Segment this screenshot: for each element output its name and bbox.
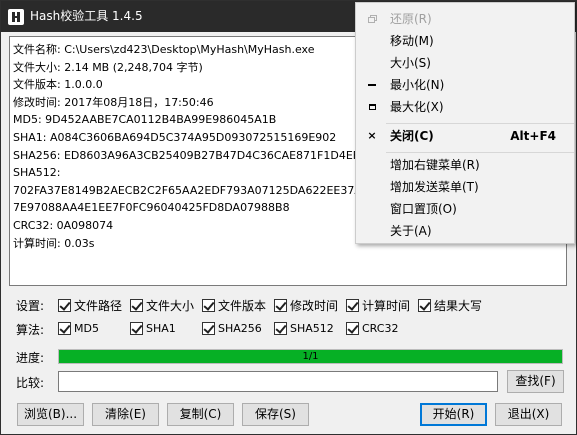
checkbox-label: SHA512 xyxy=(290,322,334,335)
progress-bar: 1/1 xyxy=(58,349,563,364)
save-button[interactable]: 保存(S) xyxy=(242,403,309,426)
menu-item-add-send-to-menu[interactable]: 增加发送菜单(T) xyxy=(356,176,574,198)
progress-label: 进度: xyxy=(16,351,45,365)
checkbox-checked-icon[interactable] xyxy=(58,299,71,312)
menu-item-size[interactable]: 大小(S) xyxy=(356,52,574,74)
menu-item-move[interactable]: 移动(M) xyxy=(356,30,574,52)
checkbox-label: 文件大小 xyxy=(146,299,195,313)
close-icon: × xyxy=(367,129,377,142)
menu-item-add-context-menu[interactable]: 增加右键菜单(R) xyxy=(356,154,574,176)
maximize-icon xyxy=(366,96,378,118)
setting-checkbox-uppercase[interactable]: 结果大写 xyxy=(418,297,482,314)
menu-item-label: 关闭(C) xyxy=(390,129,434,143)
menu-item-label: 最小化(N) xyxy=(390,78,445,92)
checkbox-checked-icon[interactable] xyxy=(346,299,359,312)
checkbox-checked-icon[interactable] xyxy=(274,299,287,312)
setting-checkbox-modified-time[interactable]: 修改时间 xyxy=(274,297,338,314)
restore-icon xyxy=(366,8,378,30)
algo-checkbox-sha1[interactable]: SHA1 xyxy=(130,322,176,335)
checkbox-label: 文件版本 xyxy=(218,299,267,313)
clear-button[interactable]: 清除(E) xyxy=(92,403,159,426)
menu-item-label: 增加右键菜单(R) xyxy=(390,158,480,172)
menu-item-minimize[interactable]: 最小化(N) xyxy=(356,74,574,96)
menu-item-about[interactable]: 关于(A) xyxy=(356,220,574,242)
algo-checkbox-md5[interactable]: MD5 xyxy=(58,322,99,335)
copy-button[interactable]: 复制(C) xyxy=(167,403,234,426)
menu-item-label: 移动(M) xyxy=(390,34,434,48)
algo-checkbox-sha256[interactable]: SHA256 xyxy=(202,322,262,335)
browse-button[interactable]: 浏览(B)... xyxy=(17,403,84,426)
checkbox-checked-icon[interactable] xyxy=(346,322,359,335)
checkbox-checked-icon[interactable] xyxy=(130,299,143,312)
checkbox-label: SHA256 xyxy=(218,322,262,335)
menu-separator xyxy=(386,152,574,153)
menu-item-label: 最大化(X) xyxy=(390,100,444,114)
checkbox-checked-icon[interactable] xyxy=(418,299,431,312)
checkbox-label: 计算时间 xyxy=(362,299,411,313)
checkbox-label: MD5 xyxy=(74,322,99,335)
menu-item-maximize[interactable]: 最大化(X) xyxy=(356,96,574,118)
setting-checkbox-file-path[interactable]: 文件路径 xyxy=(58,297,122,314)
checkbox-label: CRC32 xyxy=(362,322,399,335)
menu-item-label: 还原(R) xyxy=(390,12,432,26)
checkbox-label: 文件路径 xyxy=(74,299,123,313)
progress-text: 1/1 xyxy=(302,351,319,362)
algo-checkbox-crc32[interactable]: CRC32 xyxy=(346,322,398,335)
app-logo-icon[interactable] xyxy=(8,9,24,25)
checkbox-checked-icon[interactable] xyxy=(202,322,215,335)
find-button[interactable]: 查找(F) xyxy=(507,370,564,393)
checkbox-checked-icon[interactable] xyxy=(202,299,215,312)
menu-item-label: 窗口置顶(O) xyxy=(390,202,457,216)
checkbox-label: SHA1 xyxy=(146,322,176,335)
window-title: Hash校验工具 1.4.5 xyxy=(30,9,143,23)
setting-checkbox-file-version[interactable]: 文件版本 xyxy=(202,297,266,314)
algorithms-label: 算法: xyxy=(16,323,45,337)
menu-item-restore[interactable]: 还原(R) xyxy=(356,8,574,30)
compare-input[interactable] xyxy=(58,371,498,392)
start-button[interactable]: 开始(R) xyxy=(420,403,487,426)
setting-checkbox-calc-time[interactable]: 计算时间 xyxy=(346,297,410,314)
menu-separator xyxy=(386,123,574,124)
settings-label: 设置: xyxy=(16,299,45,313)
checkbox-checked-icon[interactable] xyxy=(274,322,287,335)
setting-checkbox-file-size[interactable]: 文件大小 xyxy=(130,297,194,314)
compare-label: 比较: xyxy=(16,376,45,390)
checkbox-checked-icon[interactable] xyxy=(130,322,143,335)
checkbox-label: 修改时间 xyxy=(290,299,339,313)
menu-item-close[interactable]: × 关闭(C) Alt+F4 xyxy=(356,125,574,147)
checkbox-label: 结果大写 xyxy=(434,299,483,313)
menu-item-shortcut: Alt+F4 xyxy=(510,129,556,143)
menu-item-label: 大小(S) xyxy=(390,56,431,70)
exit-button[interactable]: 退出(X) xyxy=(495,403,562,426)
algo-checkbox-sha512[interactable]: SHA512 xyxy=(274,322,334,335)
menu-item-label: 关于(A) xyxy=(390,224,432,238)
system-menu: 还原(R) 移动(M) 大小(S) 最小化(N) 最大化(X) × 关闭(C) … xyxy=(355,2,575,244)
menu-item-always-on-top[interactable]: 窗口置顶(O) xyxy=(356,198,574,220)
menu-item-label: 增加发送菜单(T) xyxy=(390,180,479,194)
minimize-icon xyxy=(366,74,378,96)
checkbox-checked-icon[interactable] xyxy=(58,322,71,335)
